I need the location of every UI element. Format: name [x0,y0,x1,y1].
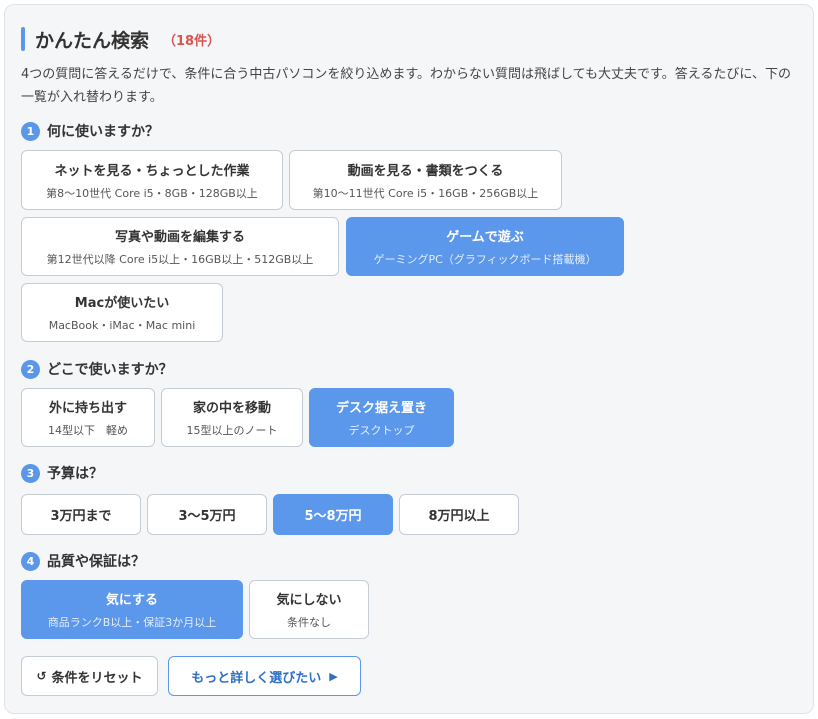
option-sublabel: 商品ランクB以上・保証3か月以上 [47,616,217,629]
option-label: デスク据え置き [335,401,427,416]
option-label: Macが使いたい [74,296,170,311]
option-budget-over-80k[interactable]: 8万円以上 [399,494,519,535]
question-2-heading: 2 どこで使いますか？ [21,359,173,379]
reset-conditions-button[interactable]: ↺ 条件をリセット [21,656,158,696]
title-accent-bar [21,27,25,51]
option-label: 家の中を移動 [192,401,271,416]
question-number: 1 [21,121,40,141]
question-label: どこで使いますか？ [47,362,173,378]
title-row: かんたん検索 （18件） [21,26,220,52]
option-label: 8万円以上 [428,509,490,524]
result-count: （18件） [163,33,221,49]
question-number: 3 [21,463,40,483]
option-label: ネットを見る・ちょっとした作業 [54,163,250,179]
option-sublabel: 第8〜10世代 Core i5・8GB・128GB以上 [46,186,258,200]
option-sublabel: ゲーミングPC（グラフィックボード搭載機） [373,253,597,266]
option-carry-outside[interactable]: 外に持ち出す 14型以下 軽め [21,388,155,447]
option-label: 動画を見る・書類をつくる [347,163,504,179]
option-video-documents[interactable]: 動画を見る・書類をつくる 第10〜11世代 Core i5・16GB・256GB… [289,150,562,210]
option-label: 外に持ち出す [48,401,127,416]
option-label: ゲームで遊ぶ [446,230,524,245]
option-move-at-home[interactable]: 家の中を移動 15型以上のノート [161,388,303,447]
question-number: 2 [21,359,40,379]
option-mac[interactable]: Macが使いたい MacBook・iMac・Mac mini [21,283,223,342]
option-desk-stationary[interactable]: デスク据え置き デスクトップ [309,388,454,447]
page-title: かんたん検索 [35,29,150,52]
option-browse-web[interactable]: ネットを見る・ちょっとした作業 第8〜10世代 Core i5・8GB・128G… [21,150,283,210]
option-photo-video-editing[interactable]: 写真や動画を編集する 第12世代以降 Core i5以上・16GB以上・512G… [21,217,339,276]
option-quality-care[interactable]: 気にする 商品ランクB以上・保証3か月以上 [21,580,243,639]
option-budget-50k-80k[interactable]: 5〜8万円 [273,494,393,535]
question-label: 品質や保証は？ [47,554,145,570]
question-label: 何に使いますか？ [47,124,159,140]
play-icon: ▶ [329,669,338,683]
option-sublabel: 14型以下 軽め [48,424,128,437]
simple-search-panel: かんたん検索 （18件） 4つの質問に答えるだけで、条件に合う中古パソコンを絞り… [4,4,814,714]
question-1-heading: 1 何に使いますか？ [21,121,159,141]
option-sublabel: 第10〜11世代 Core i5・16GB・256GB以上 [312,186,539,200]
detailed-search-label: もっと詳しく選びたい [191,670,322,686]
option-label: 気にする [105,593,159,608]
option-sublabel: デスクトップ [348,424,415,437]
option-sublabel: 第12世代以降 Core i5以上・16GB以上・512GB以上 [46,253,314,266]
option-budget-30k-50k[interactable]: 3〜5万円 [147,494,267,535]
option-quality-dont-care[interactable]: 気にしない 条件なし [249,580,369,639]
question-number: 4 [21,551,40,571]
question-4-heading: 4 品質や保証は？ [21,551,145,571]
option-label: 写真や動画を編集する [114,230,245,245]
option-budget-under-30k[interactable]: 3万円まで [21,494,141,535]
reset-label: 条件をリセット [51,670,143,686]
option-gaming[interactable]: ゲームで遊ぶ ゲーミングPC（グラフィックボード搭載機） [346,217,624,276]
option-label: 3〜5万円 [178,509,236,524]
option-sublabel: MacBook・iMac・Mac mini [48,319,196,332]
question-3-heading: 3 予算は？ [21,463,103,483]
option-sublabel: 15型以上のノート [186,424,278,437]
reset-arrow-icon: ↺ [36,669,47,683]
question-label: 予算は？ [47,466,103,482]
detailed-search-button[interactable]: もっと詳しく選びたい ▶ [168,656,361,696]
option-sublabel: 条件なし [287,616,331,629]
option-label: 3万円まで [50,509,112,524]
option-label: 5〜8万円 [304,509,362,524]
option-label: 気にしない [276,593,342,608]
description-text: 4つの質問に答えるだけで、条件に合う中古パソコンを絞り込めます。わからない質問は… [21,67,791,105]
